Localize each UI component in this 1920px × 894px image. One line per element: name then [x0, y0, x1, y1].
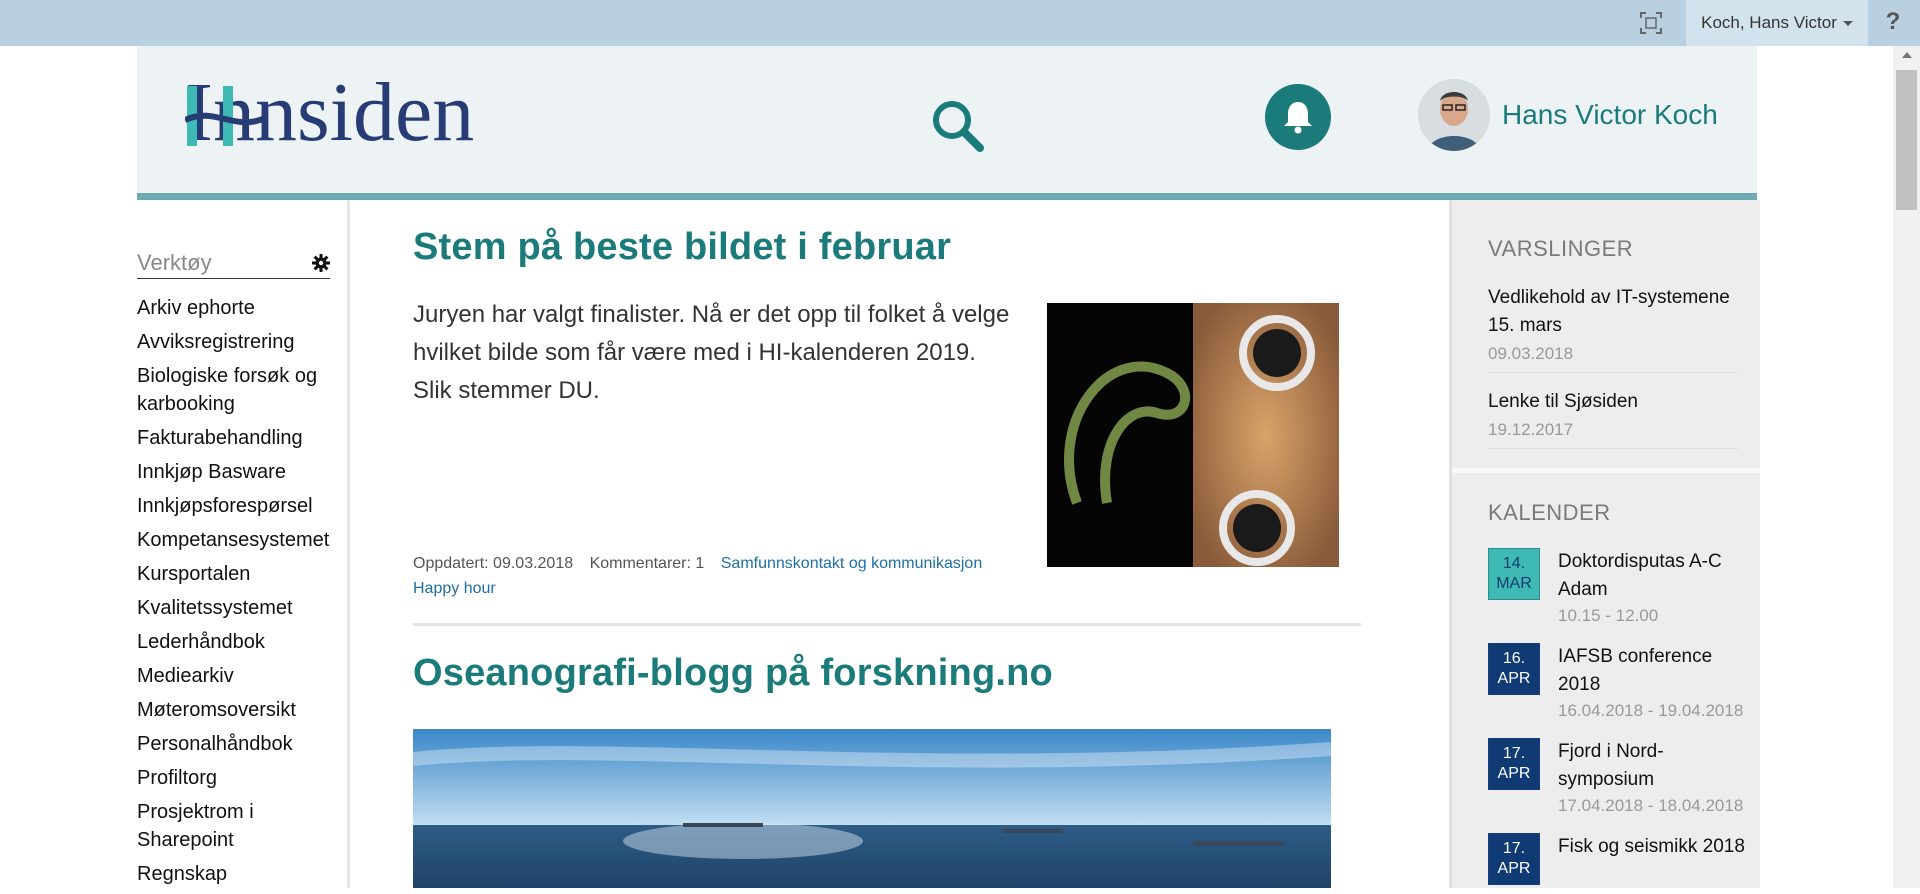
calendar-event[interactable]: 16. APR IAFSB conference 2018 16.04.2018… — [1488, 643, 1758, 721]
tools-list: Arkiv ephorte Avviksregistrering Biologi… — [137, 294, 347, 894]
notifications-button[interactable] — [1265, 84, 1331, 150]
right-sidebar: VARSLINGER Vedlikehold av IT-systemene 1… — [1449, 200, 1760, 888]
date-badge: 14. MAR — [1488, 548, 1540, 600]
tool-link[interactable]: Fakturabehandling — [137, 424, 347, 452]
tool-link[interactable]: Profiltorg — [137, 764, 347, 792]
scrollbar-thumb[interactable] — [1896, 70, 1917, 210]
date-badge: 17. APR — [1488, 738, 1540, 790]
notification-date: 09.03.2018 — [1488, 344, 1574, 363]
event-title: IAFSB conference 2018 — [1558, 646, 1713, 695]
header-rule — [137, 193, 1757, 200]
tool-link[interactable]: Innkjøp Basware — [137, 458, 347, 486]
tool-link[interactable]: Innkjøpsforespørsel — [137, 492, 347, 520]
help-button[interactable]: ? — [1880, 8, 1906, 38]
tool-link[interactable]: Kursportalen — [137, 560, 347, 588]
tools-heading: Verktøy — [137, 248, 330, 279]
avatar — [1418, 79, 1490, 151]
gear-icon[interactable] — [312, 254, 330, 272]
profile-link[interactable]: Hans Victor Koch — [1418, 78, 1718, 152]
article-title[interactable]: Stem på beste bildet i februar — [413, 226, 951, 269]
article-image-sea[interactable] — [413, 729, 1332, 888]
user-menu-button[interactable]: Koch, Hans Victor — [1686, 0, 1868, 46]
notification-item[interactable]: Vedlikehold av IT-systemene 15. mars 09.… — [1488, 284, 1738, 373]
calendar-event[interactable]: 17. APR Fisk og seismikk 2018 — [1488, 833, 1758, 885]
article-divider — [413, 623, 1361, 626]
bell-icon — [1284, 102, 1312, 134]
date-badge-month: APR — [1497, 765, 1531, 782]
tool-link[interactable]: Kompetansesystemet — [137, 526, 347, 554]
tool-link[interactable]: Mediearkiv — [137, 662, 347, 690]
panel-separator — [1452, 468, 1760, 473]
tool-link[interactable]: Regnskap — [137, 860, 347, 888]
article-summary: Juryen har valgt finalister. Nå er det o… — [413, 301, 1010, 404]
calendar-event[interactable]: 14. MAR Doktordisputas A-C Adam 10.15 - … — [1488, 548, 1758, 626]
tool-link[interactable]: Kvalitetssystemet — [137, 594, 347, 622]
calendar-event[interactable]: 17. APR Fjord i Nord-symposium 17.04.201… — [1488, 738, 1758, 816]
tool-link[interactable]: Biologiske forsøk og karbooking — [137, 362, 347, 418]
event-title: Fisk og seismikk 2018 — [1558, 836, 1745, 857]
date-badge-day: 16. — [1502, 650, 1526, 667]
date-badge-day: 17. — [1502, 840, 1526, 857]
tool-link[interactable]: Personalhåndbok — [137, 730, 347, 758]
date-badge: 16. APR — [1488, 643, 1540, 695]
page-scrollbar[interactable] — [1893, 46, 1920, 888]
tool-link[interactable]: Arkiv ephorte — [137, 294, 347, 322]
comment-count[interactable]: Kommentarer: 1 — [590, 555, 705, 572]
date-badge-month: APR — [1497, 860, 1531, 877]
event-title: Doktordisputas A-C Adam — [1558, 551, 1722, 600]
notification-title: Vedlikehold av IT-systemene 15. mars — [1488, 287, 1730, 336]
notifications-heading: VARSLINGER — [1488, 236, 1634, 261]
date-badge: 17. APR — [1488, 833, 1540, 885]
event-title: Fjord i Nord-symposium — [1558, 741, 1664, 790]
suite-bar: Koch, Hans Victor ? — [0, 0, 1920, 46]
chevron-down-icon — [1842, 20, 1853, 26]
site-header: Innsiden Hans Victor Koch — [137, 46, 1757, 200]
notification-title: Lenke til Sjøsiden — [1488, 391, 1638, 412]
article-meta: Oppdatert: 09.03.2018 Kommentarer: 1 Sam… — [413, 551, 1013, 601]
profile-name: Hans Victor Koch — [1502, 99, 1718, 130]
tool-link[interactable]: Avviksregistrering — [137, 328, 347, 356]
date-badge-month: APR — [1497, 670, 1531, 687]
event-time: 10.15 - 12.00 — [1558, 606, 1659, 625]
calendar-heading: KALENDER — [1488, 500, 1611, 525]
tool-link[interactable]: Prosjektrom i Sharepoint — [137, 798, 347, 854]
updated-date: Oppdatert: 09.03.2018 — [413, 555, 574, 572]
innsiden-logo[interactable]: Innsiden — [183, 66, 605, 159]
date-badge-day: 17. — [1502, 745, 1526, 762]
notification-item[interactable]: Lenke til Sjøsiden 19.12.2017 — [1488, 388, 1738, 449]
date-badge-month: MAR — [1496, 575, 1532, 592]
article-title[interactable]: Oseanografi-blogg på forskning.no — [413, 652, 1053, 695]
user-menu-label: Koch, Hans Victor — [1701, 13, 1837, 32]
article-image-larvae[interactable] — [1047, 303, 1339, 567]
notification-date: 19.12.2017 — [1488, 420, 1574, 439]
date-badge-day: 14. — [1502, 555, 1526, 572]
event-time: 16.04.2018 - 19.04.2018 — [1558, 701, 1744, 720]
tag-link[interactable]: Happy hour — [413, 580, 496, 597]
search-icon[interactable] — [930, 98, 986, 154]
tool-link[interactable]: Lederhåndbok — [137, 628, 347, 656]
tag-link[interactable]: Samfunnskontakt og kommunikasjon — [721, 555, 982, 572]
news-feed: Stem på beste bildet i februar Juryen ha… — [413, 200, 1361, 888]
event-time: 17.04.2018 - 18.04.2018 — [1558, 796, 1744, 815]
tools-sidebar: Verktøy Arkiv ephorte Avviksregistrering… — [137, 200, 350, 888]
tool-link[interactable]: Møteromsoversikt — [137, 696, 347, 724]
focus-mode-icon[interactable] — [1640, 12, 1662, 34]
tools-heading-label: Verktøy — [137, 250, 212, 275]
scroll-up-icon[interactable] — [1902, 52, 1912, 58]
